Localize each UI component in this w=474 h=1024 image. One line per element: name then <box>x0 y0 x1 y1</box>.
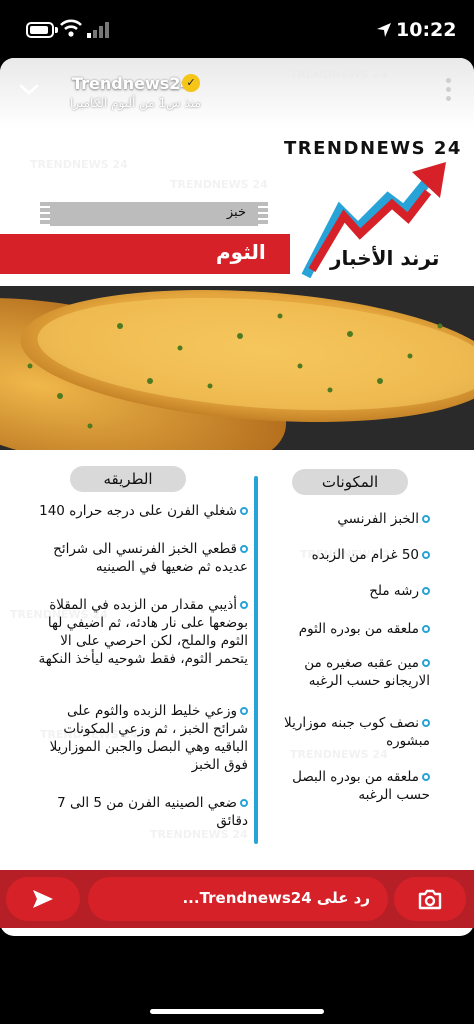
ingredient-item: 50 غرام من الزبده <box>262 546 430 564</box>
bullet-icon <box>240 507 248 515</box>
column-divider <box>254 476 258 844</box>
ingredients-header: المكونات <box>292 469 408 495</box>
cellular-signal-icon <box>87 22 109 38</box>
chevron-up-icon[interactable] <box>228 856 248 868</box>
chevron-down-icon[interactable] <box>18 78 40 100</box>
story-subtitle: منذ س1 من ألبوم الكاميرا <box>70 96 201 110</box>
brand-logo-arabic: ترند الأخبار <box>330 246 440 270</box>
camera-button[interactable] <box>394 877 466 921</box>
bullet-icon <box>422 719 430 727</box>
bullet-icon <box>422 551 430 559</box>
method-step: قطعي الخبز الفرنسي الى شرائح عديده ثم ضع… <box>53 541 248 575</box>
bullet-icon <box>422 659 430 667</box>
bullet-icon <box>240 545 248 553</box>
svg-text:TRENDNEWS 24: TRENDNEWS 24 <box>30 158 128 171</box>
verified-badge-icon: ✓ <box>182 74 200 92</box>
bullet-icon <box>422 773 430 781</box>
bullet-icon <box>422 587 430 595</box>
recipe-title-bar: الثوم <box>0 234 290 274</box>
reply-input[interactable]: رد على Trendnews24... <box>88 877 388 921</box>
battery-tip <box>55 27 58 33</box>
status-bar: 10:22 <box>0 0 474 58</box>
method-step: أذيبي مقدار من الزبده في المقلاة بوضعها … <box>38 597 248 667</box>
status-time: 10:22 <box>396 19 457 41</box>
account-name[interactable]: Trendnews24 <box>72 74 192 93</box>
battery-icon <box>26 22 54 38</box>
bullet-icon <box>240 601 248 609</box>
bullet-icon <box>422 515 430 523</box>
story-header: Trendnews24 ✓ منذ س1 من ألبوم الكاميرا <box>0 58 474 128</box>
story-card[interactable]: TRENDNEWS 24 TRENDNEWS 24 TRENDNEWS 24 T… <box>0 58 474 936</box>
recipe-category-bar: خبز <box>40 202 268 226</box>
send-arrow-icon <box>33 890 53 908</box>
send-button[interactable] <box>6 877 80 921</box>
bullet-icon <box>240 799 248 807</box>
ingredient-item: ملعقه من بودره البصل حسب الرغبه <box>292 769 430 803</box>
recipe-category: خبز <box>226 205 246 220</box>
reply-placeholder: رد على Trendnews24... <box>182 889 370 907</box>
bullet-icon <box>422 625 430 633</box>
ingredient-item: نصف كوب جبنه موزاريلا مبشوره <box>284 715 430 749</box>
location-arrow-icon <box>377 23 391 37</box>
method-step: شغلي الفرن على درجه حراره 140 <box>30 502 248 520</box>
ingredient-item: الخبز الفرنسي <box>262 510 430 528</box>
camera-icon <box>418 889 442 910</box>
ingredient-item: مين عقبه صغيره من الاريجانو حسب الرغبه <box>304 655 430 689</box>
more-options-icon[interactable] <box>444 78 452 104</box>
garlic-bread-photo <box>0 286 474 450</box>
method-header: الطريقه <box>70 466 186 492</box>
ingredient-item: رشه ملح <box>262 582 430 600</box>
method-step: ضعي الصينيه الفرن من 5 الى 7 دقائق <box>57 795 248 829</box>
wifi-icon <box>60 19 82 37</box>
recipe-title: الثوم <box>216 240 266 264</box>
home-indicator[interactable] <box>150 1009 324 1014</box>
method-step: وزعي خليط الزبده والثوم على شرائح الخبز … <box>49 703 248 773</box>
ingredient-item: ملعقه من بودره الثوم <box>262 620 430 638</box>
bullet-icon <box>240 707 248 715</box>
svg-text:TRENDNEWS 24: TRENDNEWS 24 <box>170 178 268 191</box>
brand-logo-text: TRENDNEWS 24 <box>284 138 462 159</box>
